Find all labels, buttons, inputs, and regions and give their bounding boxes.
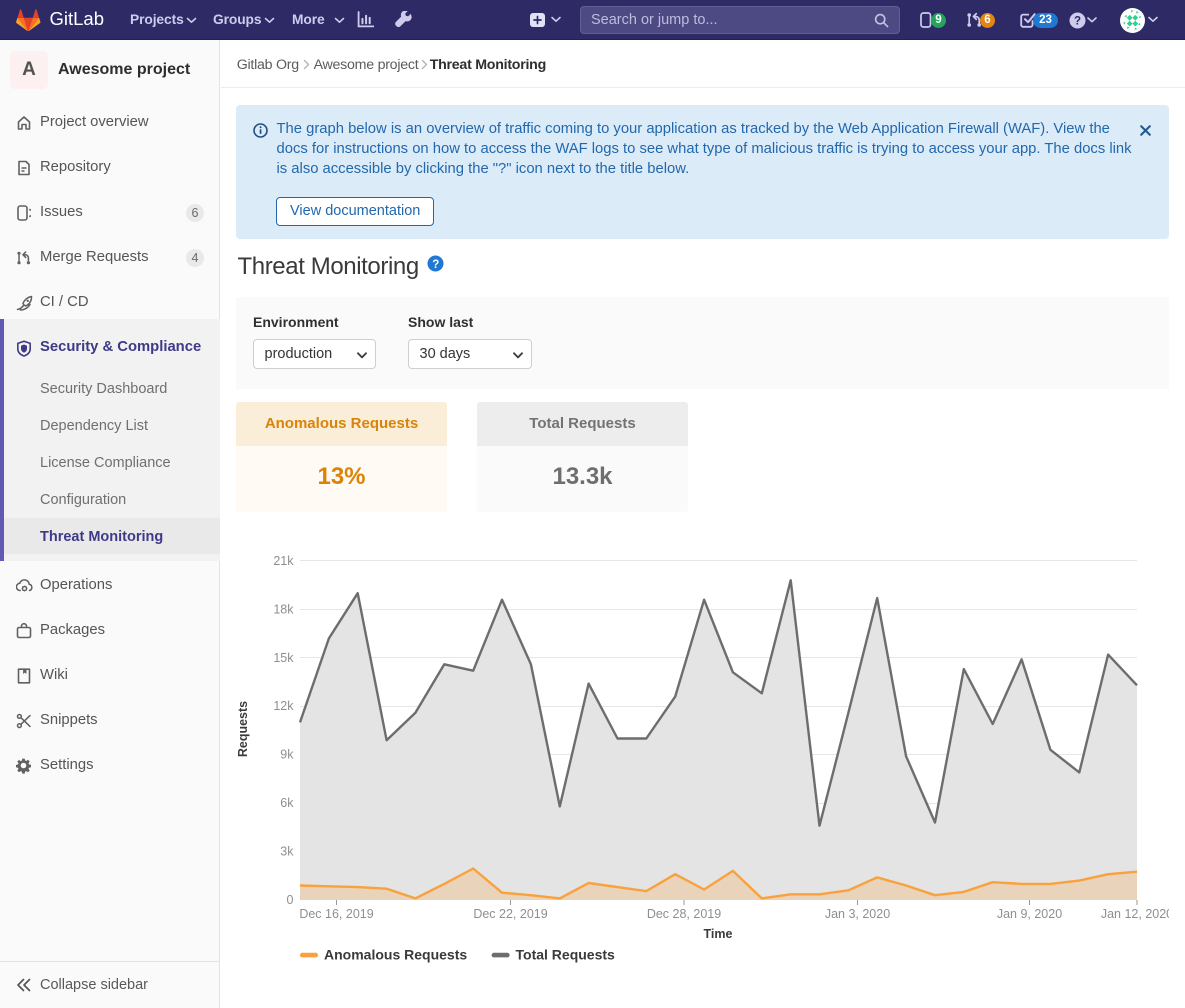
svg-text:0: 0 <box>287 893 294 907</box>
svg-text:Anomalous Requests: Anomalous Requests <box>324 947 467 963</box>
svg-text:21k: 21k <box>273 554 294 568</box>
svg-text:12k: 12k <box>273 699 294 713</box>
svg-text:Jan 3, 2020: Jan 3, 2020 <box>825 907 890 921</box>
svg-text:Jan 12, 2020: Jan 12, 2020 <box>1101 907 1173 921</box>
svg-text:Dec 16, 2019: Dec 16, 2019 <box>299 907 373 921</box>
svg-text:Time: Time <box>704 927 733 941</box>
svg-text:15k: 15k <box>273 651 294 665</box>
svg-text:?: ? <box>1074 16 1081 28</box>
svg-text:3k: 3k <box>280 845 294 859</box>
svg-text:6k: 6k <box>280 796 294 810</box>
svg-text:?: ? <box>432 259 439 271</box>
svg-text:Dec 22, 2019: Dec 22, 2019 <box>473 907 547 921</box>
svg-text:9k: 9k <box>280 748 294 762</box>
svg-text:18k: 18k <box>273 602 294 616</box>
svg-text:Total Requests: Total Requests <box>516 947 616 963</box>
svg-text:Requests: Requests <box>236 701 250 757</box>
svg-text:Jan 9, 2020: Jan 9, 2020 <box>997 907 1062 921</box>
svg-text:Dec 28, 2019: Dec 28, 2019 <box>647 907 721 921</box>
